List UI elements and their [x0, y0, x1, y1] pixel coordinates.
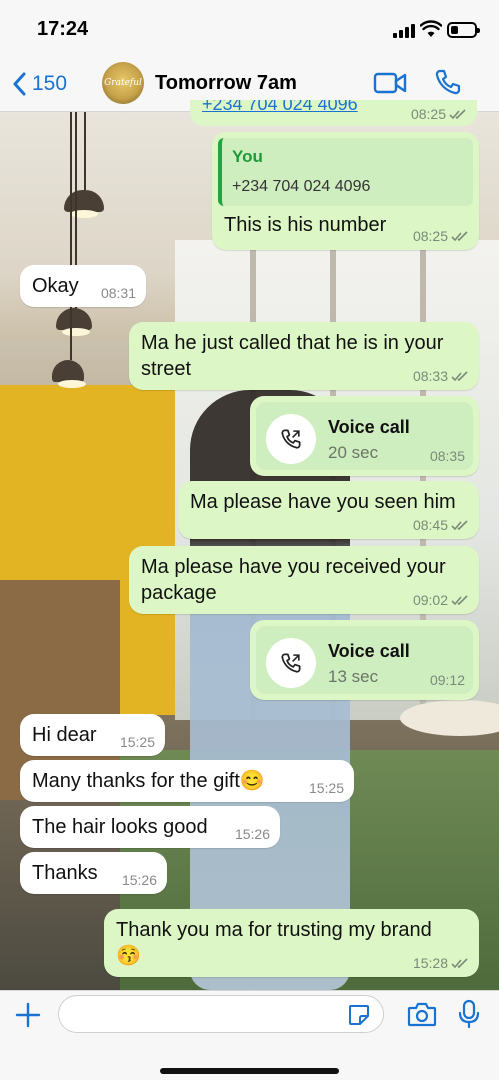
message-time: 08:31	[100, 285, 136, 301]
message-time: 08:35	[429, 448, 465, 464]
message-input[interactable]	[58, 995, 384, 1033]
phone-call-icon	[266, 414, 316, 464]
message-time: 08:45	[412, 517, 448, 533]
double-check-icon	[451, 370, 468, 381]
phone-link[interactable]: +234 704 024 4096	[202, 100, 358, 115]
message-bubble-outgoing[interactable]: Ma please have you received your package…	[129, 546, 479, 614]
message-time: 08:33	[412, 368, 448, 384]
message-time: 15:28	[412, 955, 448, 971]
message-time: 15:25	[308, 780, 344, 796]
message-composer	[0, 990, 499, 1080]
wifi-icon	[420, 20, 442, 37]
avatar[interactable]: Grateful	[102, 62, 144, 104]
message-time: 09:02	[412, 592, 448, 608]
message-time: 08:25	[412, 228, 448, 244]
unread-count: 150	[32, 72, 68, 95]
chat-title[interactable]: Tomorrow 7am	[155, 72, 297, 95]
message-text: Many thanks for the gift😊	[32, 770, 265, 792]
call-title: Voice call	[328, 417, 410, 437]
sticker-icon[interactable]	[347, 1003, 371, 1027]
phone-icon[interactable]	[434, 68, 462, 96]
message-time: 15:26	[121, 872, 157, 888]
status-bar: 17:24	[0, 0, 499, 56]
message-bubble-incoming[interactable]: The hair looks good 15:26	[20, 806, 280, 848]
message-bubble-outgoing[interactable]: Thank you ma for trusting my brand 😚 15:…	[104, 909, 479, 977]
double-check-icon	[451, 594, 468, 605]
message-time: 09:12	[429, 672, 465, 688]
camera-icon[interactable]	[407, 1001, 437, 1027]
reply-author: You	[232, 147, 263, 166]
message-bubble-outgoing[interactable]: Ma please have you seen him 08:45	[178, 481, 479, 539]
microphone-icon[interactable]	[458, 999, 480, 1029]
plus-icon[interactable]	[14, 1001, 42, 1029]
chevron-left-icon	[13, 72, 26, 96]
message-bubble-incoming[interactable]: Thanks 15:26	[20, 852, 167, 894]
double-check-icon	[451, 957, 468, 968]
double-check-icon	[451, 519, 468, 530]
message-text: Ma please have you received your package	[141, 556, 446, 604]
message-time: 15:25	[119, 734, 155, 750]
message-bubble-incoming[interactable]: Many thanks for the gift😊 15:25	[20, 760, 354, 802]
double-check-icon	[449, 108, 466, 119]
message-bubble-outgoing[interactable]: You +234 704 024 4096 This is his number…	[212, 132, 479, 250]
battery-icon	[447, 22, 480, 38]
video-camera-icon[interactable]	[373, 70, 407, 96]
message-time: 08:25	[410, 106, 446, 122]
home-indicator[interactable]	[160, 1068, 339, 1074]
double-check-icon	[451, 230, 468, 241]
message-bubble-incoming[interactable]: Okay 08:31	[20, 265, 146, 307]
voice-call-bubble[interactable]: Voice call 13 sec 09:12	[250, 620, 479, 700]
message-text: Thank you ma for trusting my brand 😚	[116, 919, 432, 967]
message-bubble-outgoing[interactable]: +234 704 024 4096 08:25	[190, 100, 477, 126]
call-duration: 13 sec	[328, 667, 379, 686]
phone-call-icon	[266, 638, 316, 688]
cellular-signal-icon	[393, 24, 415, 38]
message-bubble-incoming[interactable]: Hi dear 15:25	[20, 714, 165, 756]
back-button[interactable]: 150	[12, 68, 67, 100]
call-title: Voice call	[328, 641, 410, 661]
message-text: The hair looks good	[32, 816, 208, 838]
quoted-reply[interactable]: You +234 704 024 4096	[218, 138, 473, 206]
message-time: 15:26	[234, 826, 270, 842]
call-duration: 20 sec	[328, 443, 379, 462]
reply-text: +234 704 024 4096	[232, 178, 371, 195]
avatar-logo-text: Grateful	[104, 78, 142, 88]
message-bubble-outgoing[interactable]: Ma he just called that he is in your str…	[129, 322, 479, 390]
message-text: Ma please have you seen him	[190, 491, 456, 513]
voice-call-bubble[interactable]: Voice call 20 sec 08:35	[250, 396, 479, 476]
message-text: Ma he just called that he is in your str…	[141, 332, 444, 380]
status-time: 17:24	[37, 18, 89, 40]
